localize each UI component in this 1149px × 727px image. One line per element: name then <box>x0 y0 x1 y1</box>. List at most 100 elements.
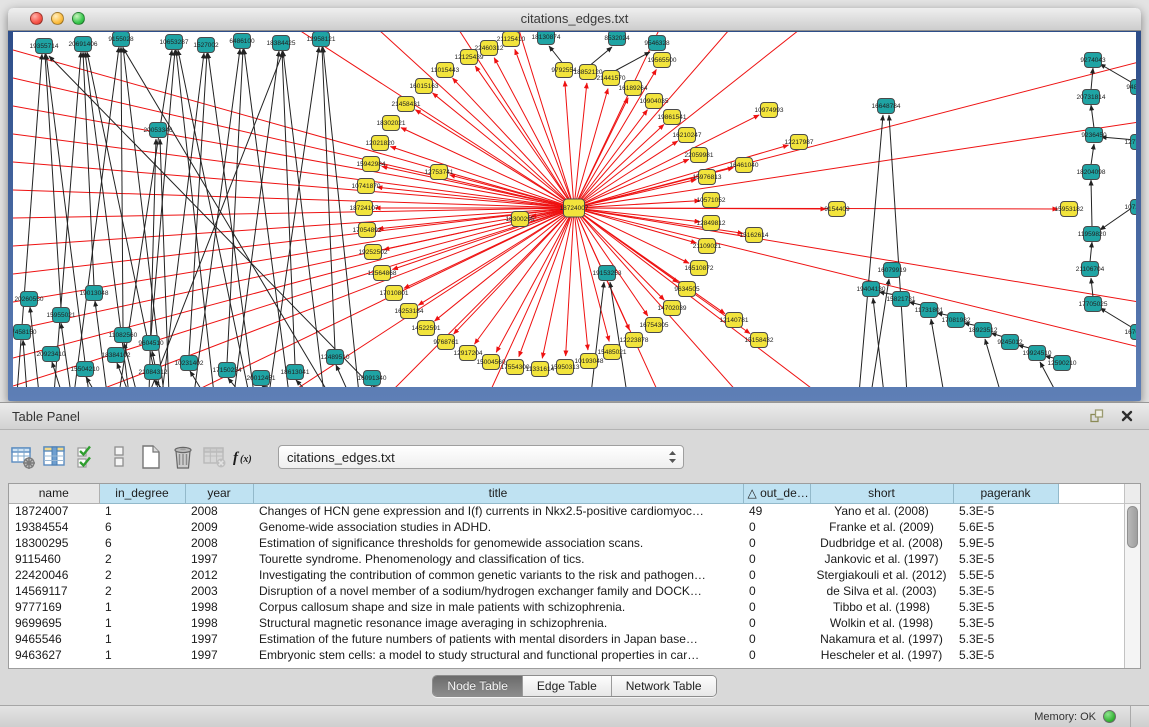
table-row[interactable]: 969969511998Structural magnetic resonanc… <box>9 615 1124 631</box>
column-header-indegree[interactable]: in_degree <box>99 484 185 503</box>
tab-node-table[interactable]: Node Table <box>433 676 523 696</box>
show-columns-icon[interactable] <box>40 442 70 472</box>
table-cell: 5.6E-5 <box>953 519 1058 535</box>
column-header-outde[interactable]: △ out_de… <box>743 484 810 503</box>
table-row[interactable]: 2242004622012Investigating the contribut… <box>9 567 1124 583</box>
graph-node-label: 6486100 <box>229 38 255 45</box>
table-cell: Franke et al. (2009) <box>810 519 953 535</box>
combo-arrows-icon <box>668 450 677 464</box>
delete-table-icon-disabled <box>200 442 230 472</box>
graph-node-label: 11015443 <box>431 67 460 74</box>
select-visible-columns-icon[interactable] <box>72 442 102 472</box>
function-builder-icon[interactable]: f (x) <box>232 442 262 472</box>
graph-node-label: 11731801 <box>915 307 944 314</box>
graph-edge <box>418 208 574 305</box>
table-cell: 1997 <box>185 551 253 567</box>
graph-edge <box>23 340 27 387</box>
table-row[interactable]: 1938455462009Genome-wide association stu… <box>9 519 1124 535</box>
graph-edge <box>228 378 241 387</box>
table-cell: de Silva et al. (2003) <box>810 583 953 599</box>
create-column-icon[interactable] <box>136 442 166 472</box>
graph-node-label: 15976813 <box>693 174 722 181</box>
scrollbar-thumb[interactable] <box>1127 506 1138 548</box>
column-header-short[interactable]: short <box>810 484 953 503</box>
graph-edge <box>54 52 81 387</box>
graph-node-label: 16510872 <box>685 265 714 272</box>
graph-node-label: 16189264 <box>619 85 648 92</box>
graph-edge <box>574 208 588 350</box>
table-settings-icon[interactable] <box>8 442 38 472</box>
graph-node-label: 18300295 <box>506 216 535 223</box>
table-selector-dropdown[interactable]: citations_edges.txt <box>278 445 684 469</box>
column-header-year[interactable]: year <box>185 484 253 503</box>
table-cell: 1998 <box>185 615 253 631</box>
table-row[interactable]: 1872400712008Changes of HCN gene express… <box>9 503 1124 519</box>
window-titlebar[interactable]: citations_edges.txt <box>8 8 1141 31</box>
graph-node-label: 18724007 <box>560 205 589 212</box>
graph-node-label: 9634505 <box>674 286 700 293</box>
graph-node-label: 12590210 <box>1048 360 1077 367</box>
graph-node-label: 15485021 <box>598 349 627 356</box>
network-view-window: citations_edges.txt 12125439110154431601… <box>8 8 1141 401</box>
graph-node-label: 9245012 <box>997 339 1023 346</box>
table-row[interactable]: 977716911998Corpus callosum shape and si… <box>9 599 1124 615</box>
graph-node-label: 17054892 <box>353 227 382 234</box>
table-row[interactable]: 946362711997Embryonic stem cells: a mode… <box>9 647 1124 663</box>
table-cell: Jankovic et al. (1997) <box>810 551 953 567</box>
table-cell: Investigating the contribution of common… <box>253 567 743 583</box>
status-bar: Memory: OK <box>0 705 1149 727</box>
zoom-window-button[interactable] <box>72 12 85 25</box>
table-panel-header: Table Panel <box>0 403 1149 430</box>
float-panel-icon[interactable] <box>1087 407 1107 425</box>
graph-edge <box>1091 68 1093 90</box>
delete-column-icon[interactable] <box>168 442 198 472</box>
column-header-name[interactable]: name <box>9 484 99 503</box>
close-panel-icon[interactable] <box>1117 407 1137 425</box>
table-cell: Stergiakouli et al. (2012) <box>810 567 953 583</box>
tab-network-table[interactable]: Network Table <box>612 676 716 696</box>
table-cell: 1997 <box>185 647 253 663</box>
table-row[interactable]: 1456911722003Disruption of a novel membe… <box>9 583 1124 599</box>
table-cell: 1 <box>99 503 185 519</box>
tab-edge-table[interactable]: Edge Table <box>523 676 612 696</box>
graph-node-label: 20731814 <box>1077 94 1106 101</box>
graph-node-label: 18302021 <box>377 120 406 127</box>
table-cell: 0 <box>743 647 810 663</box>
graph-edge <box>889 115 907 387</box>
column-header-filler <box>1058 484 1124 503</box>
graph-node-label: 12223878 <box>620 337 649 344</box>
network-canvas[interactable]: 1212543911015443160151632145843118302021… <box>13 32 1136 387</box>
graph-edge <box>95 301 107 387</box>
graph-edge <box>574 208 664 300</box>
graph-edge <box>13 50 574 208</box>
minimize-window-button[interactable] <box>51 12 64 25</box>
table-cell: 5.3E-5 <box>953 599 1058 615</box>
table-cell: Tourette syndrome. Phenomenology and cla… <box>253 551 743 567</box>
table-cell-filler <box>1058 551 1124 567</box>
table-row[interactable]: 1830029562008Estimation of significance … <box>9 535 1124 551</box>
table-cell-filler <box>1058 503 1124 519</box>
close-window-button[interactable] <box>30 12 43 25</box>
graph-node-label: 15821731 <box>887 296 916 303</box>
graph-edge <box>1090 242 1092 262</box>
table-vertical-scrollbar[interactable] <box>1124 484 1140 668</box>
graph-node-label: 12917204 <box>454 350 483 357</box>
column-header-pagerank[interactable]: pagerank <box>953 484 1058 503</box>
resize-grip[interactable] <box>1131 706 1149 727</box>
node-table: namein_degreeyeartitle△ out_de…shortpage… <box>8 483 1141 669</box>
graph-edge <box>574 208 1136 302</box>
table-row[interactable]: 946554611997Estimation of the future num… <box>9 631 1124 647</box>
table-cell: 0 <box>743 631 810 647</box>
graph-edge <box>296 380 309 387</box>
table-cell: Embryonic stem cells: a model to study s… <box>253 647 743 663</box>
table-cell-filler <box>1058 599 1124 615</box>
table-panel-title: Table Panel <box>12 409 80 424</box>
window-title: citations_edges.txt <box>8 8 1141 30</box>
graph-node-label: 9792554 <box>551 67 577 74</box>
unselect-columns-icon[interactable] <box>104 442 134 472</box>
graph-node-label: 19565500 <box>648 57 677 64</box>
table-row[interactable]: 911546021997Tourette syndrome. Phenomeno… <box>9 551 1124 567</box>
graph-edge <box>1091 144 1094 165</box>
column-header-title[interactable]: title <box>253 484 743 503</box>
graph-node-label: 16754305 <box>640 322 669 329</box>
